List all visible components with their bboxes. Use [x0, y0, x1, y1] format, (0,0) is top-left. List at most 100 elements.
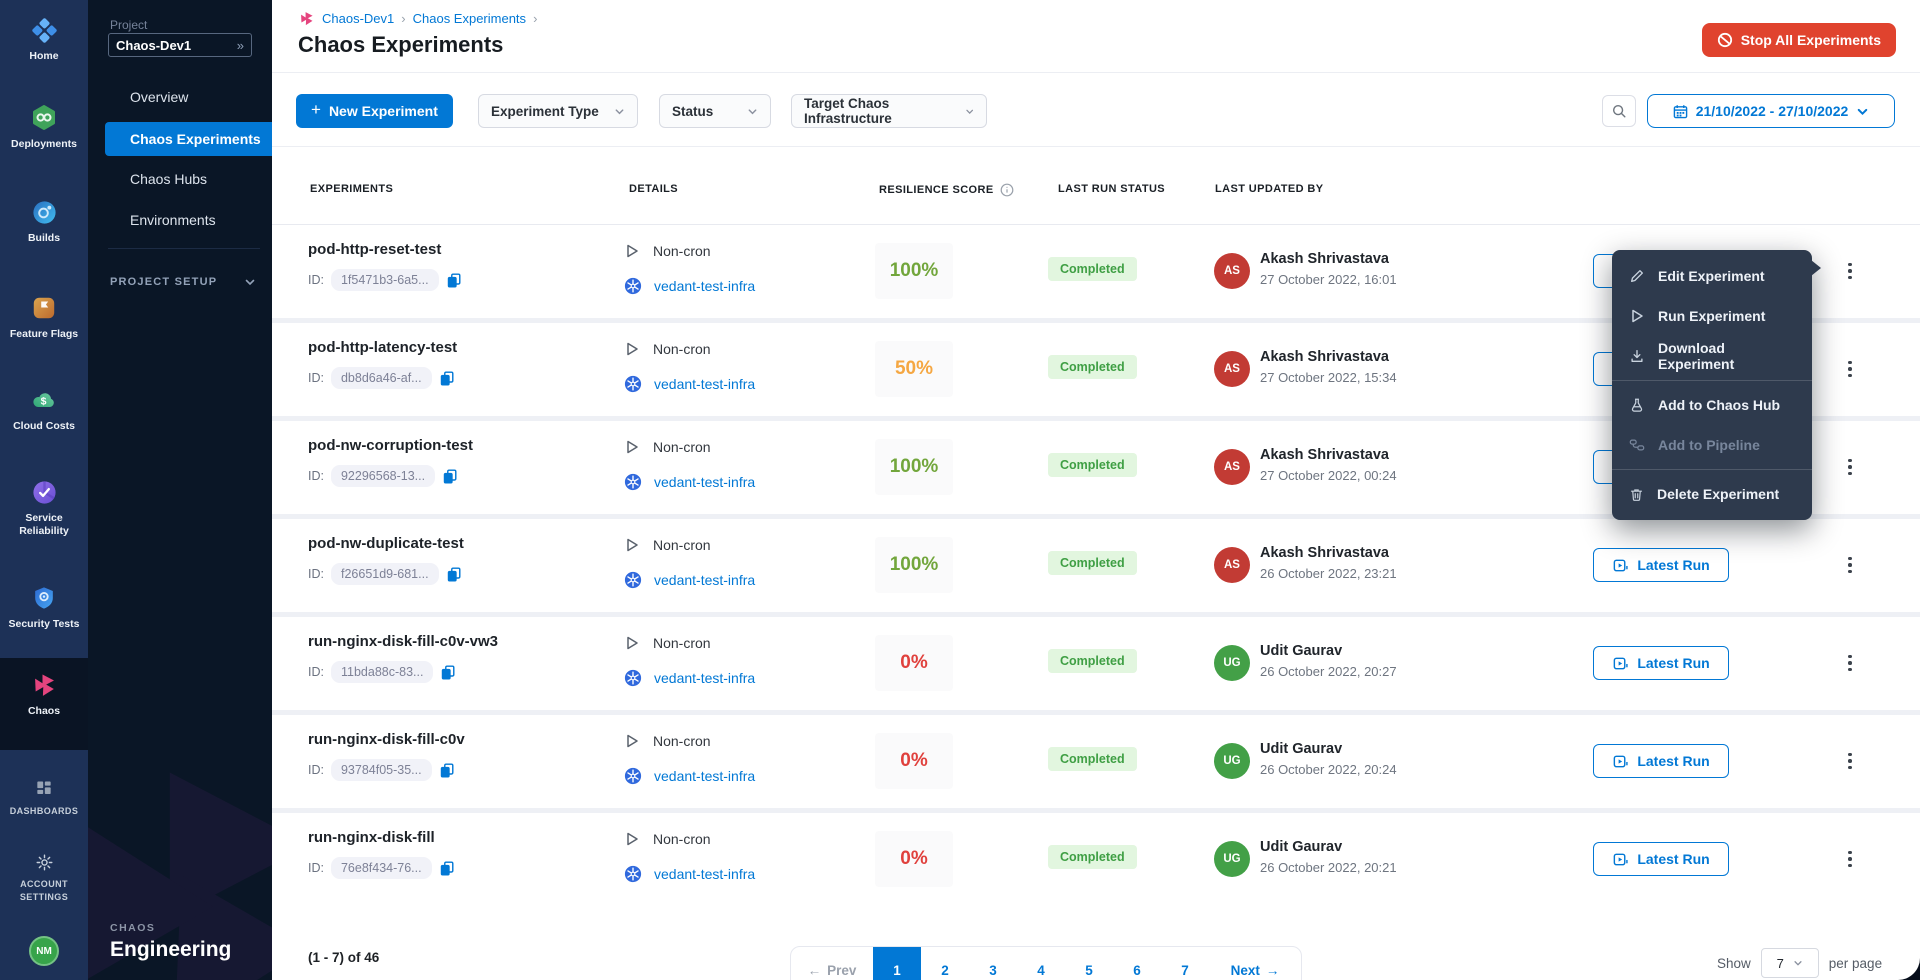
sidebar-item-chaos-experiments[interactable]: Chaos Experiments [105, 122, 272, 156]
row-menu-button[interactable] [1832, 841, 1868, 877]
row-menu-button[interactable] [1832, 645, 1868, 681]
date-range-picker[interactable]: 21/10/2022 - 27/10/2022 [1647, 94, 1895, 128]
menu-item-run-experiment[interactable]: Run Experiment [1612, 296, 1812, 336]
menu-item-delete-experiment[interactable]: Delete Experiment [1612, 474, 1812, 514]
copy-id-button[interactable] [439, 370, 455, 386]
infrastructure-link[interactable]: vedant-test-infra [654, 278, 755, 294]
menu-item-add-to-chaos-hub[interactable]: Add to Chaos Hub [1612, 385, 1812, 425]
page-button[interactable]: 7 [1161, 947, 1209, 980]
page-size-select[interactable]: 7 [1761, 948, 1819, 978]
project-sidebar: Project Chaos-Dev1 » Overview Chaos Expe… [88, 0, 272, 980]
infrastructure-link[interactable]: vedant-test-infra [654, 572, 755, 588]
experiment-type-filter[interactable]: Experiment Type [478, 94, 638, 128]
experiment-name[interactable]: pod-http-reset-test [308, 241, 441, 258]
expand-sidebar-icon[interactable]: » [237, 38, 244, 53]
rail-item-deployments[interactable]: Deployments [0, 104, 88, 151]
download-icon [1629, 348, 1645, 364]
chevron-down-icon [614, 106, 625, 117]
menu-item-edit-experiment[interactable]: Edit Experiment [1612, 256, 1812, 296]
row-menu-button[interactable] [1832, 253, 1868, 289]
rail-item-cloud-costs[interactable]: $ Cloud Costs [0, 386, 88, 433]
target-infrastructure-filter[interactable]: Target Chaos Infrastructure [791, 94, 987, 128]
copy-id-button[interactable] [440, 664, 456, 680]
chaos-breadcrumb-icon [298, 10, 315, 27]
page-button[interactable]: 5 [1065, 947, 1113, 980]
infrastructure-link[interactable]: vedant-test-infra [654, 376, 755, 392]
page-button[interactable]: 2 [921, 947, 969, 980]
latest-run-button[interactable]: Latest Run [1593, 744, 1729, 778]
infrastructure-link[interactable]: vedant-test-infra [654, 474, 755, 490]
row-menu-button[interactable] [1832, 547, 1868, 583]
menu-item-download-experiment[interactable]: Download Experiment [1612, 336, 1812, 376]
status-filter[interactable]: Status [659, 94, 771, 128]
row-menu-button[interactable] [1832, 743, 1868, 779]
status-badge: Completed [1048, 649, 1137, 673]
play-outline-icon [624, 439, 640, 455]
infrastructure: vedant-test-infra [624, 277, 755, 295]
sidebar-item-overview[interactable]: Overview [105, 80, 272, 114]
menu-item-add-to-pipeline[interactable]: Add to Pipeline [1612, 425, 1812, 465]
page-button[interactable]: 4 [1017, 947, 1065, 980]
experiment-name[interactable]: pod-nw-corruption-test [308, 437, 473, 454]
latest-run-button[interactable]: Latest Run [1593, 548, 1729, 582]
prev-page-button[interactable]: ← Prev [791, 947, 873, 980]
copy-icon [439, 370, 455, 386]
experiment-name[interactable]: pod-http-latency-test [308, 339, 457, 356]
rail-item-home[interactable]: Home [0, 16, 88, 63]
project-setup-toggle[interactable]: PROJECT SETUP [110, 272, 256, 292]
project-name: Chaos-Dev1 [116, 38, 237, 53]
sidebar-item-environments[interactable]: Environments [105, 203, 272, 237]
chevron-down-icon [965, 106, 974, 117]
resilience-score: 100% [875, 439, 953, 495]
infrastructure: vedant-test-infra [624, 473, 755, 491]
copy-id-button[interactable] [442, 468, 458, 484]
copy-id-button[interactable] [446, 566, 462, 582]
copy-id-button[interactable] [439, 762, 455, 778]
copy-id-button[interactable] [439, 860, 455, 876]
stop-all-experiments-button[interactable]: Stop All Experiments [1702, 23, 1896, 57]
rail-item-builds[interactable]: Builds [0, 198, 88, 245]
rail-item-dashboards[interactable]: DASHBOARDS [0, 779, 88, 818]
page-button[interactable]: 6 [1113, 947, 1161, 980]
page-button[interactable]: 3 [969, 947, 1017, 980]
copy-icon [440, 664, 456, 680]
menu-divider [1612, 380, 1812, 381]
latest-run-button[interactable]: Latest Run [1593, 842, 1729, 876]
play-outline-icon [624, 243, 640, 259]
page-header: Chaos-Dev1 › Chaos Experiments › Chaos E… [272, 0, 1920, 73]
experiment-name[interactable]: pod-nw-duplicate-test [308, 535, 464, 552]
info-icon[interactable] [1000, 183, 1014, 197]
row-menu-button[interactable] [1832, 351, 1868, 387]
copy-icon [446, 272, 462, 288]
rail-item-feature-flags[interactable]: Feature Flags [0, 294, 88, 341]
row-menu-button[interactable] [1832, 449, 1868, 485]
experiment-name[interactable]: run-nginx-disk-fill [308, 829, 435, 846]
infrastructure-link[interactable]: vedant-test-infra [654, 670, 755, 686]
avatar: AS [1214, 351, 1250, 387]
run-report-icon [1612, 557, 1629, 574]
search-button[interactable] [1602, 95, 1636, 127]
user-avatar[interactable]: NM [29, 936, 59, 966]
experiment-id: ID: 1f5471b3-6a5... [308, 269, 462, 291]
rail-item-security-tests[interactable]: Security Tests [0, 584, 88, 631]
updated-by-name: Akash Shrivastava [1260, 545, 1389, 561]
experiment-id: ID: 76e8f434-76... [308, 857, 455, 879]
breadcrumb-page-link[interactable]: Chaos Experiments [413, 11, 526, 26]
infrastructure-link[interactable]: vedant-test-infra [654, 768, 755, 784]
infrastructure-link[interactable]: vedant-test-infra [654, 866, 755, 882]
experiment-name[interactable]: run-nginx-disk-fill-c0v [308, 731, 465, 748]
experiment-name[interactable]: run-nginx-disk-fill-c0v-vw3 [308, 633, 498, 650]
latest-run-button[interactable]: Latest Run [1593, 646, 1729, 680]
rail-item-account-settings[interactable]: ACCOUNT SETTINGS [0, 852, 88, 904]
new-experiment-button[interactable]: + New Experiment [296, 94, 453, 128]
experiment-id: ID: 93784f05-35... [308, 759, 455, 781]
sidebar-item-chaos-hubs[interactable]: Chaos Hubs [105, 162, 272, 196]
project-selector[interactable]: Chaos-Dev1 » [108, 33, 252, 57]
rail-item-service-reliability[interactable]: Service Reliability [0, 478, 88, 538]
page-button[interactable]: 1 [873, 947, 921, 980]
copy-id-button[interactable] [446, 272, 462, 288]
rail-item-chaos[interactable]: Chaos [0, 658, 88, 750]
resilience-score: 0% [875, 831, 953, 887]
next-page-button[interactable]: Next → [1209, 947, 1301, 980]
breadcrumb-project-link[interactable]: Chaos-Dev1 [322, 11, 394, 26]
